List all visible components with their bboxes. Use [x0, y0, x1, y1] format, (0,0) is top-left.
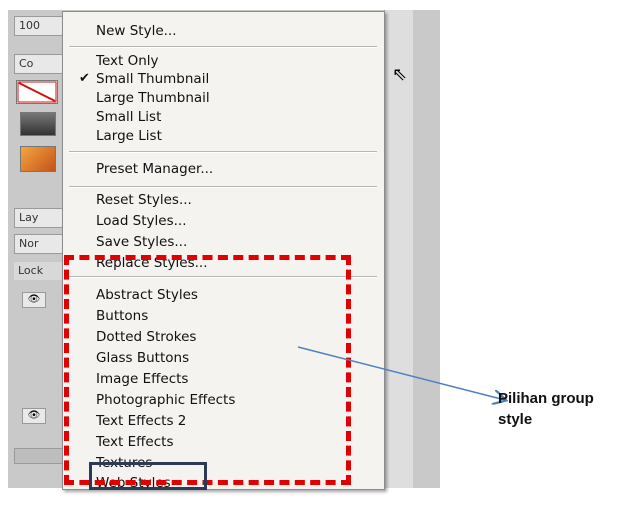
annotation-arrow [297, 346, 629, 508]
annotation-label: Pilihan group style [498, 390, 594, 428]
